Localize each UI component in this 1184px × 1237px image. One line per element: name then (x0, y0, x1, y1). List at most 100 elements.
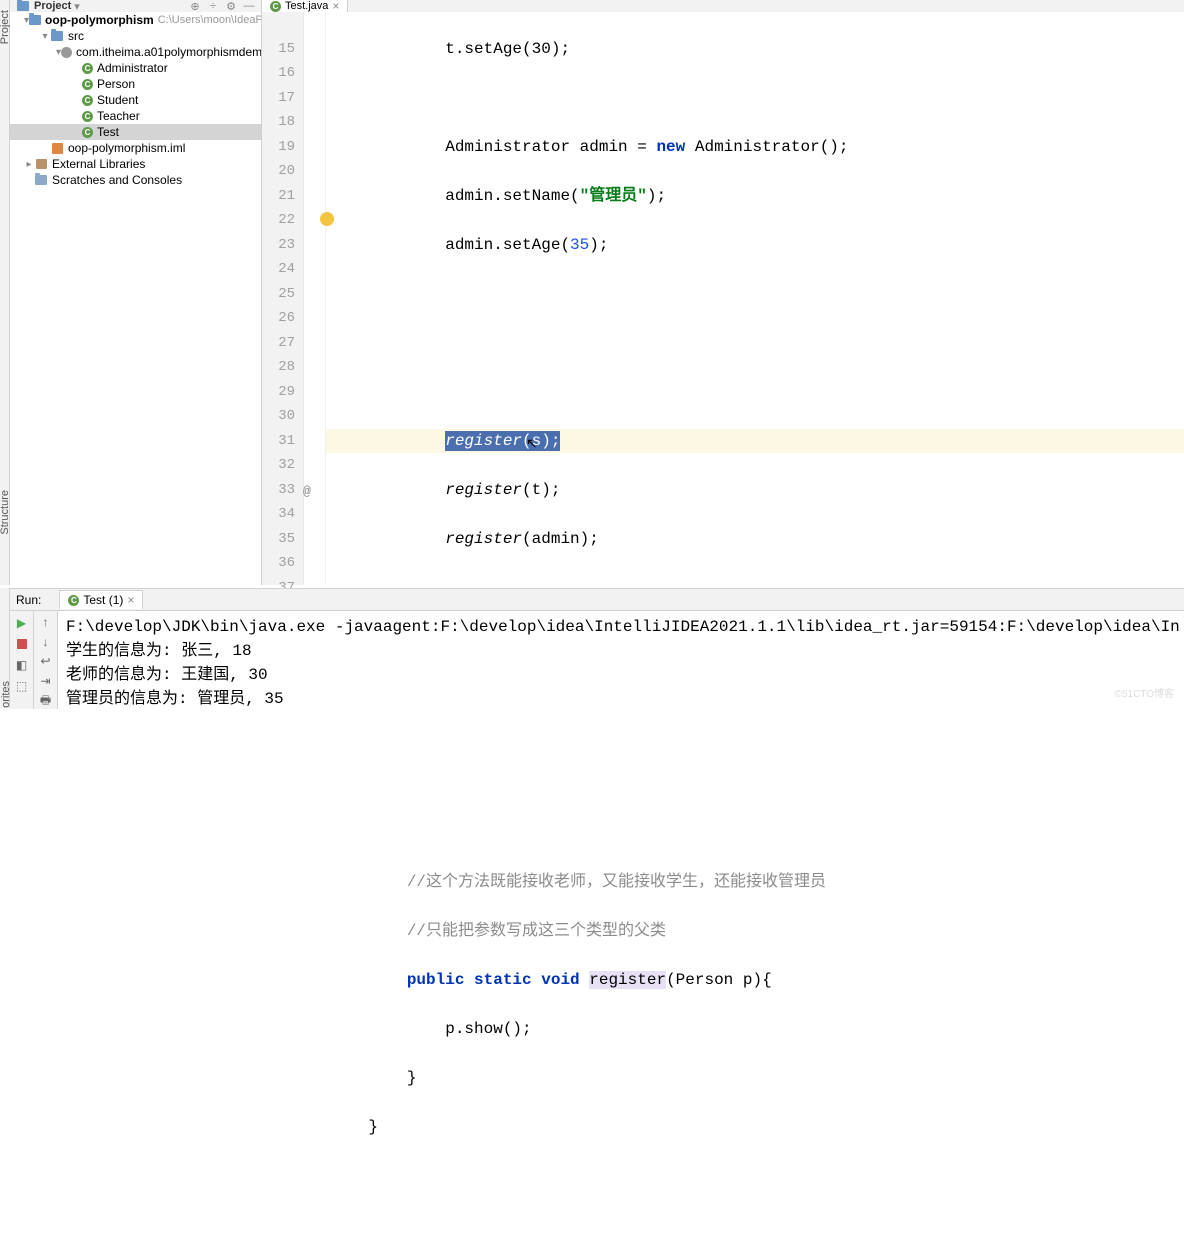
tree-root[interactable]: oop-polymorphism C:\Users\moon\IdeaProje (10, 12, 261, 28)
line-number[interactable]: 34 (262, 502, 295, 527)
tree-iml[interactable]: oop-polymorphism.iml (10, 140, 261, 156)
code-text (330, 481, 445, 499)
console-output-line: 学生的信息为: 张三, 18 (66, 639, 1176, 663)
tree-package[interactable]: com.itheima.a01polymorphismdemo1 (10, 44, 261, 60)
tree-class-person[interactable]: C Person (10, 76, 261, 92)
line-number[interactable]: 18 (262, 110, 295, 135)
soft-wrap-icon[interactable]: ↩ (38, 654, 54, 669)
run-panel-header: Run: C Test (1) × (10, 589, 1184, 611)
tree-class-teacher[interactable]: C Teacher (10, 108, 261, 124)
code-text: admin.setName( (330, 187, 580, 205)
tree-scratches-label: Scratches and Consoles (52, 173, 182, 187)
structure-side-tab[interactable]: Structure (0, 490, 11, 535)
editor-tabs-bar: C Test.java × (262, 0, 1184, 12)
line-number[interactable]: 33 (262, 478, 295, 503)
console-output[interactable]: F:\develop\JDK\bin\java.exe -javaagent:F… (58, 611, 1184, 709)
run-tab-icon: C (68, 595, 79, 606)
tree-arrow-icon[interactable] (40, 31, 50, 42)
java-class-icon: C (82, 63, 93, 74)
pin-tab-icon[interactable]: ⬚ (14, 678, 30, 694)
down-stack-icon[interactable]: ↓ (38, 635, 54, 650)
package-icon (61, 45, 72, 59)
code-keyword: public static void (407, 971, 580, 989)
code-text (330, 432, 445, 450)
settings-gear-icon[interactable]: ⚙ (225, 0, 237, 12)
code-text: (admin); (522, 530, 599, 548)
line-number[interactable]: 24 (262, 257, 295, 282)
line-number[interactable]: 19 (262, 135, 295, 160)
scratches-folder-icon (34, 173, 48, 187)
code-number: 35 (570, 236, 589, 254)
code-editor[interactable]: t.setAge(30); Administrator admin = new … (326, 12, 1184, 585)
project-side-tab[interactable]: Project (0, 10, 11, 44)
code-text: admin.setAge( (330, 236, 570, 254)
editor-area: 15 16 17 18 19 20 21 22 23 24 25 26 27 2… (262, 12, 1184, 585)
up-stack-icon[interactable]: ↑ (38, 615, 54, 630)
java-class-icon: C (82, 127, 93, 138)
code-text: (s); (522, 432, 560, 450)
line-number[interactable] (262, 12, 295, 37)
tree-class-label: Administrator (97, 61, 168, 75)
tree-external-libraries[interactable]: External Libraries (10, 156, 261, 172)
java-class-icon: C (82, 79, 93, 90)
hide-panel-icon[interactable]: — (243, 0, 255, 12)
print-icon[interactable]: 🖶 (38, 693, 54, 709)
line-number[interactable]: 15 (262, 37, 295, 62)
line-number[interactable]: 20 (262, 159, 295, 184)
line-number[interactable]: 29 (262, 380, 295, 405)
select-opened-file-icon[interactable]: ⊕ (189, 0, 201, 12)
run-tab-label: Test (1) (83, 593, 123, 607)
line-number[interactable]: 36 (262, 551, 295, 576)
project-header-label: Project (34, 0, 71, 12)
close-run-tab-icon[interactable]: × (127, 593, 134, 607)
tree-class-label: Test (97, 125, 119, 139)
line-number[interactable]: 25 (262, 282, 295, 307)
tree-arrow-icon[interactable] (24, 159, 34, 170)
line-number-gutter: 15 16 17 18 19 20 21 22 23 24 25 26 27 2… (262, 12, 304, 585)
line-number[interactable]: 35 (262, 527, 295, 552)
layout-settings-icon[interactable]: ◧ (14, 657, 30, 673)
code-text: p.show(); (330, 1020, 532, 1038)
tree-class-test[interactable]: C Test (10, 124, 261, 140)
line-number[interactable]: 31 (262, 429, 295, 454)
line-number[interactable]: 28 (262, 355, 295, 380)
line-number[interactable]: 26 (262, 306, 295, 331)
project-panel-header: Project ▾ ⊕ ÷ ⚙ — (10, 0, 262, 12)
tree-root-label: oop-polymorphism (45, 13, 154, 27)
tree-class-label: Teacher (97, 109, 140, 123)
left-gutter-bottom: orites (0, 588, 10, 708)
code-text: Administrator admin = (330, 138, 656, 156)
run-tool-window: Run: C Test (1) × ▶ ◧ ⬚ ↑ ↓ ↩ ⇥ 🖶 F:\dev… (10, 588, 1184, 708)
line-number[interactable]: 21 (262, 184, 295, 209)
code-text: } (330, 1118, 378, 1136)
line-number[interactable]: 22 (262, 208, 295, 233)
code-method-call: register (445, 530, 522, 548)
line-number[interactable]: 16 (262, 61, 295, 86)
scroll-to-end-icon[interactable]: ⇥ (38, 674, 54, 689)
code-keyword: new (656, 138, 685, 156)
line-number[interactable]: 32 (262, 453, 295, 478)
project-tree[interactable]: oop-polymorphism C:\Users\moon\IdeaProje… (10, 12, 262, 585)
project-dropdown-arrow[interactable]: ▾ (74, 0, 80, 13)
override-gutter-mark[interactable]: @ (303, 484, 311, 499)
code-comment: //只能把参数写成这三个类型的父类 (330, 922, 666, 940)
run-toolbar-secondary: ↑ ↓ ↩ ⇥ 🖶 (34, 611, 58, 709)
rerun-icon[interactable]: ▶ (14, 615, 30, 631)
tree-scratches[interactable]: Scratches and Consoles (10, 172, 261, 188)
line-number[interactable]: 30 (262, 404, 295, 429)
tree-class-administrator[interactable]: C Administrator (10, 60, 261, 76)
code-text: (t); (522, 481, 560, 499)
tree-src-label: src (68, 29, 84, 43)
line-number[interactable]: 23 (262, 233, 295, 258)
expand-all-icon[interactable]: ÷ (207, 0, 219, 12)
editor-tab-test[interactable]: C Test.java × (262, 0, 348, 12)
editor-tab-label: Test.java (285, 0, 328, 12)
line-number[interactable]: 27 (262, 331, 295, 356)
run-config-tab[interactable]: C Test (1) × (59, 590, 143, 609)
line-number[interactable]: 17 (262, 86, 295, 111)
top-area: Project ▾ ⊕ ÷ ⚙ — C Test.java × (10, 0, 1184, 12)
stop-icon[interactable] (14, 636, 30, 652)
code-text (330, 530, 445, 548)
tree-src[interactable]: src (10, 28, 261, 44)
tree-class-student[interactable]: C Student (10, 92, 261, 108)
